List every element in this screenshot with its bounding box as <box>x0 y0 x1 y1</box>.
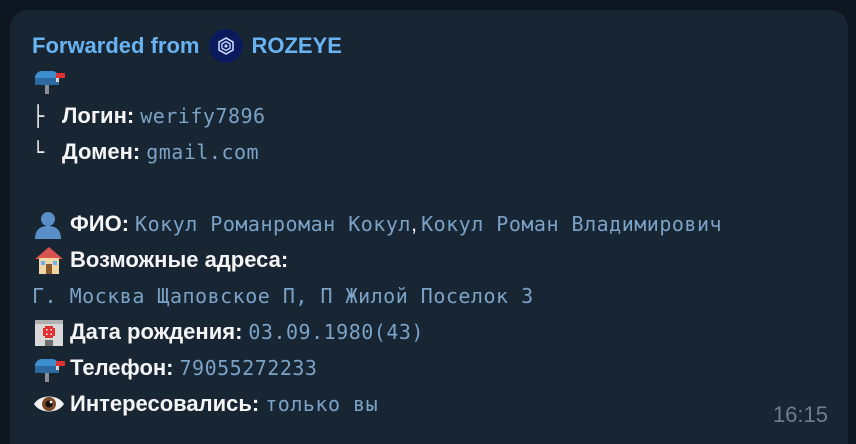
phone-row: Телефон: 79055272233 <box>32 350 848 386</box>
rozeye-logo-icon[interactable] <box>209 29 244 63</box>
birth-row: Дата рождения: 03.09.1980(43) <box>32 314 848 350</box>
mailbox-icon <box>32 351 70 385</box>
address-label-row: Возможные адреса: <box>32 242 848 278</box>
mailbox-line <box>32 62 848 98</box>
address-value-row: Г. Москва Щаповское П, П Жилой Поселок 3 <box>32 278 848 314</box>
message-bubble[interactable]: Forwarded from ROZEYE ├ Логин: werify789… <box>10 10 848 444</box>
birth-label: Дата рождения: <box>70 319 243 344</box>
mailbox-icon <box>32 63 70 97</box>
hospital-icon <box>32 315 70 349</box>
login-value[interactable]: werify7896 <box>140 104 265 128</box>
person-silhouette-icon <box>32 207 70 241</box>
interest-row: Интересовались: только вы <box>32 386 848 422</box>
login-label: Логин: <box>62 103 135 128</box>
phone-label: Телефон: <box>70 355 174 380</box>
interest-label: Интересовались: <box>70 391 260 416</box>
message-time: 16:15 <box>772 402 828 427</box>
address-value[interactable]: Г. Москва Щаповское П, П Жилой Поселок 3 <box>32 284 534 308</box>
domain-label: Домен: <box>62 139 141 164</box>
tree-branch-glyph: ├ <box>32 104 45 128</box>
channel-name[interactable]: ROZEYE <box>251 33 341 59</box>
address-label: Возможные адреса: <box>70 247 289 272</box>
fio-value-1[interactable]: Кокул Романроман Кокул <box>135 212 411 236</box>
phone-value[interactable]: 79055272233 <box>180 356 318 380</box>
fio-separator: , <box>410 211 418 236</box>
login-row: ├ Логин: werify7896 <box>32 98 848 134</box>
forwarded-header[interactable]: Forwarded from ROZEYE <box>32 29 848 63</box>
domain-value[interactable]: gmail.com <box>146 140 259 164</box>
birth-value[interactable]: 03.09.1980(43) <box>248 320 424 344</box>
forwarded-prefix: Forwarded from <box>32 33 200 58</box>
fio-label: ФИО: <box>70 211 130 236</box>
tree-end-glyph: └ <box>32 140 45 164</box>
fio-row: ФИО: Кокул Романроман Кокул , Кокул Рома… <box>32 206 848 242</box>
house-icon <box>32 243 70 277</box>
interest-value[interactable]: только вы <box>265 392 378 416</box>
eye-icon <box>32 387 70 421</box>
fio-value-2[interactable]: Кокул Роман Владимирович <box>421 212 722 236</box>
domain-row: └ Домен: gmail.com <box>32 134 848 170</box>
